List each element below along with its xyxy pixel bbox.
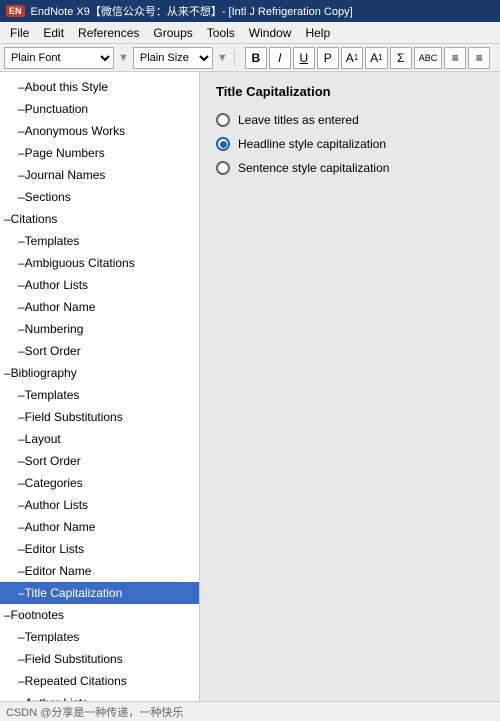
tree-item-bib-author-name[interactable]: –Author Name: [0, 516, 199, 538]
italic-button[interactable]: I: [269, 47, 291, 69]
tree-item-numbering[interactable]: –Numbering: [0, 318, 199, 340]
tree-item-sections[interactable]: –Sections: [0, 186, 199, 208]
radio-option-leave[interactable]: Leave titles as entered: [216, 113, 484, 127]
menu-item-edit[interactable]: Edit: [37, 24, 70, 42]
style-tree: –About this Style–Punctuation–Anonymous …: [0, 72, 200, 701]
plain-button[interactable]: P: [317, 47, 339, 69]
radio-circle-sentence: [216, 161, 230, 175]
radio-label-leave: Leave titles as entered: [238, 113, 359, 127]
tree-item-editor-lists[interactable]: –Editor Lists: [0, 538, 199, 560]
tree-item-fn-templates[interactable]: –Templates: [0, 626, 199, 648]
window-title: EndNote X9【微信公众号：从来不想】- [Intl J Refriger…: [31, 3, 353, 19]
tree-item-fn-author-lists[interactable]: –Author Lists: [0, 692, 199, 701]
tree-item-punctuation[interactable]: –Punctuation: [0, 98, 199, 120]
tree-item-bib-sort-order[interactable]: –Sort Order: [0, 450, 199, 472]
menu-item-groups[interactable]: Groups: [147, 24, 198, 42]
tree-item-cit-author-lists[interactable]: –Author Lists: [0, 274, 199, 296]
tree-item-cit-author-name[interactable]: –Author Name: [0, 296, 199, 318]
panel-title: Title Capitalization: [216, 84, 484, 99]
tree-item-footnotes[interactable]: –Footnotes: [0, 604, 199, 626]
menu-item-help[interactable]: Help: [299, 24, 336, 42]
subscript-button[interactable]: A1: [365, 47, 387, 69]
title-bar: EN EndNote X9【微信公众号：从来不想】- [Intl J Refri…: [0, 0, 500, 22]
tree-item-layout[interactable]: –Layout: [0, 428, 199, 450]
symbol-button[interactable]: Σ: [390, 47, 412, 69]
tree-item-bib-author-lists[interactable]: –Author Lists: [0, 494, 199, 516]
menu-item-window[interactable]: Window: [243, 24, 298, 42]
tree-item-page-numbers[interactable]: –Page Numbers: [0, 142, 199, 164]
menu-item-file[interactable]: File: [4, 24, 35, 42]
radio-label-sentence: Sentence style capitalization: [238, 161, 389, 175]
menu-item-tools[interactable]: Tools: [201, 24, 241, 42]
underline-button[interactable]: U: [293, 47, 315, 69]
tree-item-field-subs[interactable]: –Field Substitutions: [0, 406, 199, 428]
align-right-button[interactable]: ≡: [468, 47, 490, 69]
tree-item-cit-sort-order[interactable]: –Sort Order: [0, 340, 199, 362]
tree-item-title-cap[interactable]: –Title Capitalization: [0, 582, 199, 604]
capitalization-options: Leave titles as entered Headline style ca…: [216, 113, 484, 175]
status-bar: CSDN @分享是一种传递，一种快乐: [0, 701, 500, 721]
tree-item-fn-field-subs[interactable]: –Field Substitutions: [0, 648, 199, 670]
small-caps-button[interactable]: ABC: [414, 47, 443, 69]
tree-item-journal-names[interactable]: –Journal Names: [0, 164, 199, 186]
radio-option-sentence[interactable]: Sentence style capitalization: [216, 161, 484, 175]
tree-item-categories[interactable]: –Categories: [0, 472, 199, 494]
tree-item-editor-name[interactable]: –Editor Name: [0, 560, 199, 582]
tree-item-citations[interactable]: –Citations: [0, 208, 199, 230]
font-select[interactable]: Plain Font: [4, 47, 114, 69]
superscript-button[interactable]: A1: [341, 47, 363, 69]
status-text: CSDN @分享是一种传递，一种快乐: [6, 704, 183, 720]
radio-label-headline: Headline style capitalization: [238, 137, 386, 151]
radio-circle-leave: [216, 113, 230, 127]
size-select[interactable]: Plain Size: [133, 47, 213, 69]
tree-item-ambiguous[interactable]: –Ambiguous Citations: [0, 252, 199, 274]
tree-item-repeated-cit[interactable]: –Repeated Citations: [0, 670, 199, 692]
main-content: –About this Style–Punctuation–Anonymous …: [0, 72, 500, 701]
tree-item-bib-templates[interactable]: –Templates: [0, 384, 199, 406]
format-buttons: B I U P A1 A1 Σ ABC ≡ ≡: [245, 47, 490, 69]
menu-bar: FileEditReferencesGroupsToolsWindowHelp: [0, 22, 500, 44]
toolbar: Plain Font ▼ Plain Size ▼ B I U P A1 A1 …: [0, 44, 500, 72]
radio-circle-headline: [216, 137, 230, 151]
radio-option-headline[interactable]: Headline style capitalization: [216, 137, 484, 151]
tree-item-cit-templates[interactable]: –Templates: [0, 230, 199, 252]
tree-item-bibliography[interactable]: –Bibliography: [0, 362, 199, 384]
tree-item-anonymous[interactable]: –Anonymous Works: [0, 120, 199, 142]
app-logo: EN: [6, 5, 25, 17]
menu-item-references[interactable]: References: [72, 24, 145, 42]
toolbar-separator: [234, 49, 235, 67]
tree-item-about[interactable]: –About this Style: [0, 76, 199, 98]
settings-panel: Title Capitalization Leave titles as ent…: [200, 72, 500, 701]
bold-button[interactable]: B: [245, 47, 267, 69]
align-left-button[interactable]: ≡: [444, 47, 466, 69]
